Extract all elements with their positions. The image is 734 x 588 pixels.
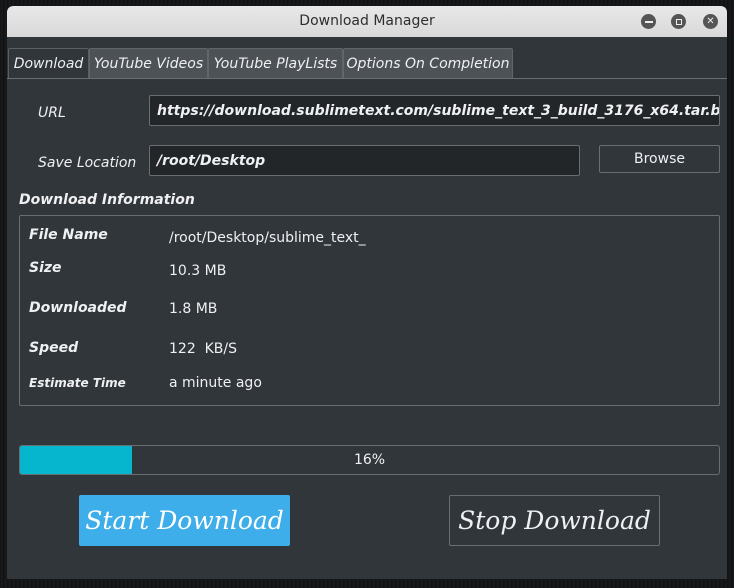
download-information-title: Download Information [19,192,195,208]
close-icon: ✕ [706,15,715,27]
speed-label: Speed [29,340,79,356]
progress-label: 16% [353,452,386,468]
minimize-button[interactable] [641,14,656,29]
downloaded-label: Downloaded [29,300,127,316]
tab-youtube-videos[interactable]: YouTube Videos [89,48,208,78]
title-bar[interactable]: Download Manager ✕ [7,6,727,37]
window-title: Download Manager [299,13,435,29]
speed-value: 122 KB/S [169,341,238,357]
maximize-button[interactable] [671,14,686,29]
url-label: URL [38,105,66,121]
download-progress-bar: 16% [19,445,720,475]
close-button[interactable]: ✕ [703,14,718,29]
estimate-time-label: Estimate Time [29,376,126,390]
url-input[interactable]: https://download.sublimetext.com/sublime… [149,95,720,126]
file-name-value: /root/Desktop/sublime_text_ [169,230,366,246]
save-location-label: Save Location [38,155,137,171]
tab-divider [7,78,727,79]
downloaded-value: 1.8 MB [169,301,218,317]
estimate-time-value: a minute ago [169,375,262,391]
maximize-icon [675,18,682,25]
stop-download-button[interactable]: Stop Download [449,495,660,546]
minimize-icon [644,20,653,23]
tab-options-on-completion[interactable]: Options On Completion [343,48,513,78]
file-name-label: File Name [29,227,108,243]
browse-button[interactable]: Browse [599,145,720,173]
start-download-button[interactable]: Start Download [79,495,290,546]
size-label: Size [29,260,62,276]
tab-youtube-playlists[interactable]: YouTube PlayLists [208,48,343,78]
size-value: 10.3 MB [169,263,227,279]
tab-download[interactable]: Download [8,48,89,78]
download-manager-window: Download Manager ✕ Download YouTube Vide… [7,6,727,579]
save-location-input[interactable]: /root/Desktop [149,145,580,176]
